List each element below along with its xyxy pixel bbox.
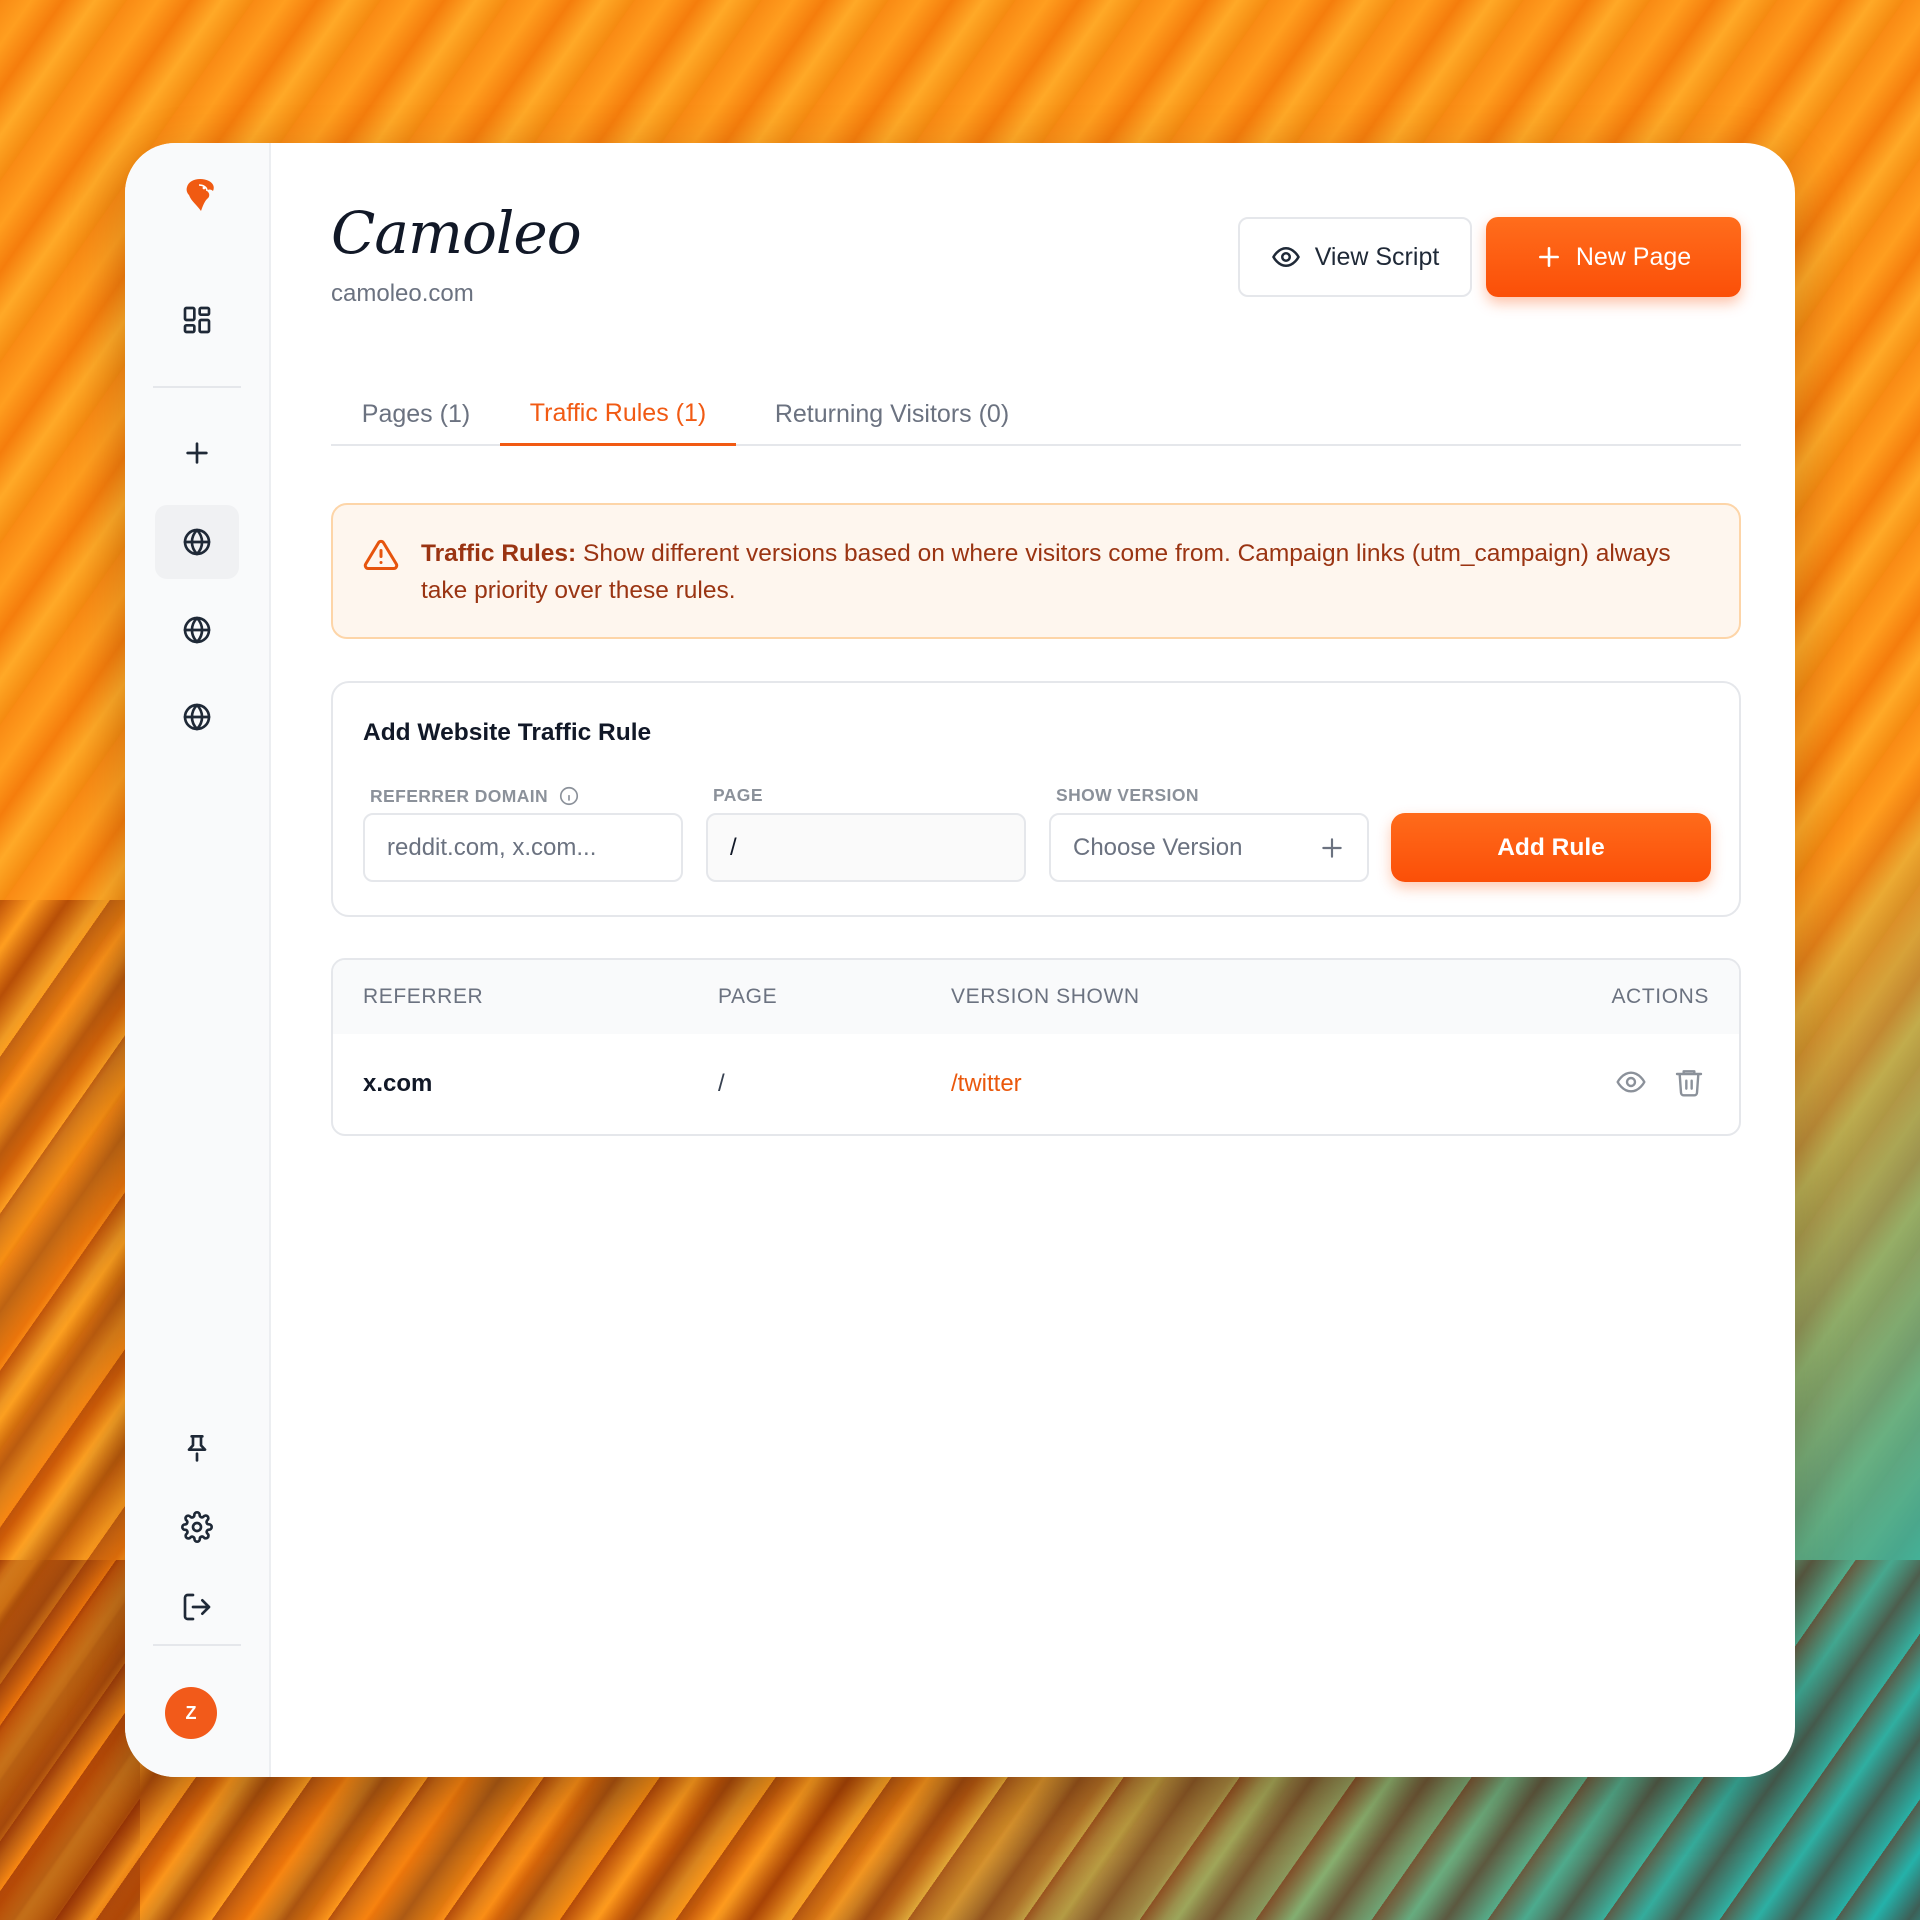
- page-label: PAGE: [713, 785, 763, 805]
- tab-bar: Pages (1) Traffic Rules (1) Returning Vi…: [331, 383, 1741, 446]
- main-content: Camoleo camoleo.com View Script New Page…: [331, 143, 1741, 1777]
- page-input[interactable]: /: [706, 813, 1026, 882]
- plus-icon: [186, 442, 208, 464]
- sidebar-item-settings[interactable]: [155, 1490, 239, 1564]
- version-select-placeholder: Choose Version: [1073, 833, 1243, 861]
- preview-icon[interactable]: [1615, 1066, 1647, 1098]
- sidebar-item-logout[interactable]: [155, 1570, 239, 1644]
- eye-icon: [1271, 246, 1300, 268]
- logout-icon: [183, 1593, 211, 1621]
- cell-referrer: x.com: [363, 1070, 433, 1097]
- cell-version[interactable]: /twitter: [951, 1070, 1022, 1098]
- sidebar-item-dashboard[interactable]: [155, 283, 239, 357]
- new-page-button[interactable]: New Page: [1486, 217, 1741, 297]
- warning-icon: [363, 537, 399, 573]
- tab-traffic-rules[interactable]: Traffic Rules (1): [500, 383, 736, 446]
- info-alert: Traffic Rules: Show different versions b…: [331, 503, 1741, 639]
- sidebar-item-site-1[interactable]: [155, 505, 239, 579]
- show-version-label: SHOW VERSION: [1056, 785, 1199, 805]
- table-header: REFERRER PAGE VERSION SHOWN ACTIONS: [333, 960, 1739, 1034]
- sidebar-item-add[interactable]: [155, 416, 239, 490]
- new-page-label: New Page: [1575, 242, 1692, 271]
- sidebar: Z: [125, 143, 271, 1777]
- referrer-domain-label: REFERRER DOMAIN: [370, 785, 580, 807]
- globe-icon: [183, 703, 211, 731]
- referrer-domain-label-text: REFERRER DOMAIN: [370, 785, 549, 806]
- info-icon[interactable]: [558, 785, 580, 807]
- plus-icon: [1319, 835, 1345, 861]
- page-title: Camoleo: [331, 199, 582, 267]
- sidebar-item-site-3[interactable]: [155, 680, 239, 754]
- view-script-label: View Script: [1314, 242, 1440, 271]
- sidebar-item-site-2[interactable]: [155, 593, 239, 667]
- alert-message: Show different versions based on where v…: [421, 540, 1671, 604]
- gear-icon: [181, 1511, 213, 1543]
- version-select[interactable]: Choose Version: [1049, 813, 1369, 882]
- sidebar-item-pin[interactable]: [155, 1410, 239, 1484]
- alert-text: Traffic Rules: Show different versions b…: [421, 535, 1679, 609]
- app-window: Z Camoleo camoleo.com View Script New Pa…: [125, 143, 1795, 1777]
- form-title: Add Website Traffic Rule: [363, 719, 652, 746]
- delete-icon[interactable]: [1673, 1066, 1705, 1098]
- tab-returning-visitors[interactable]: Returning Visitors (0): [757, 383, 1027, 446]
- view-script-button[interactable]: View Script: [1238, 217, 1472, 297]
- site-domain: camoleo.com: [331, 280, 474, 307]
- referrer-domain-input[interactable]: reddit.com, x.com...: [363, 813, 683, 882]
- grid-icon: [183, 306, 211, 334]
- column-header-version: VERSION SHOWN: [951, 985, 1140, 1008]
- globe-icon: [183, 616, 211, 644]
- globe-icon: [183, 528, 211, 556]
- sidebar-divider: [153, 1644, 241, 1646]
- rules-table: REFERRER PAGE VERSION SHOWN ACTIONS x.co…: [331, 958, 1741, 1136]
- column-header-actions: ACTIONS: [1611, 985, 1709, 1008]
- add-rule-button[interactable]: Add Rule: [1391, 813, 1711, 882]
- add-rule-form: Add Website Traffic Rule REFERRER DOMAIN…: [331, 681, 1741, 917]
- background-dark-stripes-left: [0, 900, 140, 1920]
- lion-logo-icon[interactable]: [177, 173, 221, 217]
- cell-page: /: [718, 1070, 725, 1097]
- avatar[interactable]: Z: [165, 1687, 217, 1739]
- tab-pages[interactable]: Pages (1): [331, 383, 501, 446]
- alert-title: Traffic Rules:: [421, 540, 577, 567]
- column-header-referrer: REFERRER: [363, 985, 484, 1008]
- pin-icon: [187, 1435, 207, 1462]
- column-header-page: PAGE: [718, 985, 778, 1008]
- sidebar-divider: [153, 386, 241, 388]
- plus-icon: [1538, 247, 1559, 267]
